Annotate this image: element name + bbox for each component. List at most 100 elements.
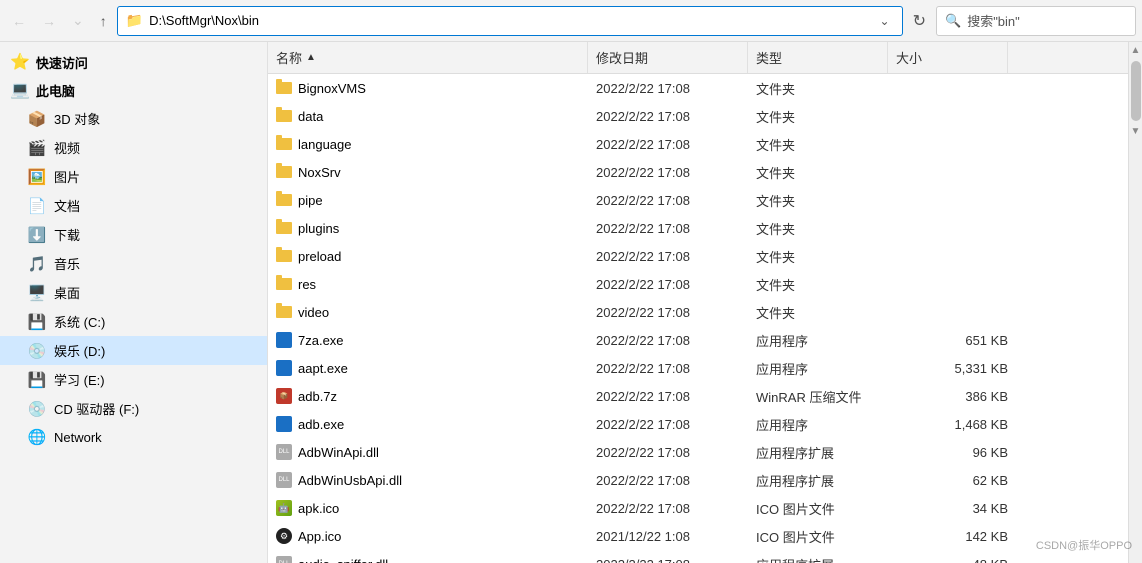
scroll-down-button[interactable]: ▼ [1129, 123, 1142, 140]
address-bar[interactable]: 📁 D:\SoftMgr\Nox\bin ⌄ [117, 6, 903, 36]
col-header-name[interactable]: 名称 ▲ [268, 42, 588, 73]
file-name-cell: res [276, 277, 596, 292]
dll-icon: DLL [276, 444, 292, 460]
file-type-cell: 应用程序扩展 [756, 443, 896, 462]
sidebar-item-drive-e[interactable]: 💾 学习 (E:) [0, 365, 267, 394]
file-name-text: preload [298, 249, 341, 264]
table-row[interactable]: 📦 adb.7z 2022/2/22 17:08 WinRAR 压缩文件 386… [268, 382, 1128, 410]
table-row[interactable]: DLL AdbWinApi.dll 2022/2/22 17:08 应用程序扩展… [268, 438, 1128, 466]
refresh-button[interactable]: ↻ [907, 7, 932, 35]
file-name-cell: NoxSrv [276, 165, 596, 180]
sidebar-item-download[interactable]: ⬇️ 下载 [0, 220, 267, 249]
search-text: 搜索"bin" [967, 11, 1020, 30]
table-row[interactable]: 7za.exe 2022/2/22 17:08 应用程序 651 KB [268, 326, 1128, 354]
file-name-text: AdbWinApi.dll [298, 445, 379, 460]
sidebar-item-video[interactable]: 🎬 视频 [0, 133, 267, 162]
sidebar-item-drive-f[interactable]: 💿 CD 驱动器 (F:) [0, 394, 267, 423]
exe-icon [276, 416, 292, 432]
file-type-cell: 文件夹 [756, 163, 896, 182]
sidebar-item-picture[interactable]: 🖼️ 图片 [0, 162, 267, 191]
sidebar-item-network[interactable]: 🌐 Network [0, 423, 267, 451]
file-date-cell: 2022/2/22 17:08 [596, 221, 756, 236]
file-name-cell: preload [276, 249, 596, 264]
sidebar-item-drive-c[interactable]: 💾 系统 (C:) [0, 307, 267, 336]
sidebar-item-doc[interactable]: 📄 文档 [0, 191, 267, 220]
sidebar-item-music[interactable]: 🎵 音乐 [0, 249, 267, 278]
table-row[interactable]: plugins 2022/2/22 17:08 文件夹 [268, 214, 1128, 242]
sidebar-item-3d[interactable]: 📦 3D 对象 [0, 104, 267, 133]
table-row[interactable]: adb.exe 2022/2/22 17:08 应用程序 1,468 KB [268, 410, 1128, 438]
table-row[interactable]: language 2022/2/22 17:08 文件夹 [268, 130, 1128, 158]
search-bar[interactable]: 🔍 搜索"bin" [936, 6, 1136, 36]
file-list: BignoxVMS 2022/2/22 17:08 文件夹 data 2022/… [268, 74, 1128, 563]
quickaccess-header[interactable]: ⭐ 快速访问 [0, 48, 267, 76]
sidebar-item-drive-d-label: 娱乐 (D:) [54, 341, 105, 360]
sidebar-item-drive-d[interactable]: 💿 娱乐 (D:) [0, 336, 267, 365]
col-header-date[interactable]: 修改日期 [588, 42, 748, 73]
table-row[interactable]: ⚙ App.ico 2021/12/22 1:08 ICO 图片文件 142 K… [268, 522, 1128, 550]
sidebar-item-3d-label: 3D 对象 [54, 109, 100, 128]
toolbar: ← → ⌄ ↑ 📁 D:\SoftMgr\Nox\bin ⌄ ↻ 🔍 搜索"bi… [0, 0, 1142, 42]
file-name-text: apk.ico [298, 501, 339, 516]
file-type-cell: ICO 图片文件 [756, 499, 896, 518]
folder-icon [276, 306, 292, 318]
file-name-text: adb.exe [298, 417, 344, 432]
file-name-cell: DLL audio_sniffer.dll [276, 556, 596, 563]
table-row[interactable]: pipe 2022/2/22 17:08 文件夹 [268, 186, 1128, 214]
table-row[interactable]: NoxSrv 2022/2/22 17:08 文件夹 [268, 158, 1128, 186]
file-name-cell: adb.exe [276, 416, 596, 432]
file-date-cell: 2022/2/22 17:08 [596, 109, 756, 124]
sidebar-item-network-label: Network [54, 430, 102, 445]
drive-f-icon: 💿 [28, 400, 46, 418]
file-size-cell: 142 KB [896, 529, 1016, 544]
file-date-cell: 2022/2/22 17:08 [596, 165, 756, 180]
file-type-cell: ICO 图片文件 [756, 527, 896, 546]
table-row[interactable]: res 2022/2/22 17:08 文件夹 [268, 270, 1128, 298]
file-type-cell: 文件夹 [756, 191, 896, 210]
scroll-thumb[interactable] [1131, 61, 1141, 121]
file-name-text: BignoxVMS [298, 81, 366, 96]
pc-label: 此电脑 [36, 81, 75, 100]
table-row[interactable]: aapt.exe 2022/2/22 17:08 应用程序 5,331 KB [268, 354, 1128, 382]
table-row[interactable]: BignoxVMS 2022/2/22 17:08 文件夹 [268, 74, 1128, 102]
file-type-cell: WinRAR 压缩文件 [756, 387, 896, 406]
sidebar-item-drive-e-label: 学习 (E:) [54, 370, 105, 389]
file-date-cell: 2022/2/22 17:08 [596, 333, 756, 348]
folder-icon [276, 250, 292, 262]
col-header-type[interactable]: 类型 [748, 42, 888, 73]
file-size-cell: 48 KB [896, 557, 1016, 563]
file-type-cell: 应用程序扩展 [756, 471, 896, 490]
back-button[interactable]: ← [6, 9, 32, 33]
table-row[interactable]: data 2022/2/22 17:08 文件夹 [268, 102, 1128, 130]
file-name-text: audio_sniffer.dll [298, 557, 388, 563]
address-dropdown-button[interactable]: ⌄ [876, 12, 894, 30]
right-scrollbar[interactable]: ▲ ▼ [1128, 42, 1142, 563]
file-size-cell: 1,468 KB [896, 417, 1016, 432]
up-button[interactable]: ↑ [94, 9, 113, 33]
file-name-text: data [298, 109, 323, 124]
folder-icon [276, 110, 292, 122]
pc-header[interactable]: 💻 此电脑 [0, 76, 267, 104]
forward-button[interactable]: → [36, 9, 62, 33]
dll-icon: DLL [276, 556, 292, 563]
music-icon: 🎵 [28, 255, 46, 273]
folder-icon [276, 278, 292, 290]
address-text: D:\SoftMgr\Nox\bin [149, 13, 869, 28]
file-name-cell: 📦 adb.7z [276, 388, 596, 404]
table-row[interactable]: DLL AdbWinUsbApi.dll 2022/2/22 17:08 应用程… [268, 466, 1128, 494]
table-row[interactable]: DLL audio_sniffer.dll 2022/2/22 17:08 应用… [268, 550, 1128, 563]
sidebar-item-desktop[interactable]: 🖥️ 桌面 [0, 278, 267, 307]
scroll-up-button[interactable]: ▲ [1129, 42, 1142, 59]
file-name-cell: BignoxVMS [276, 81, 596, 96]
sort-arrow-icon: ▲ [306, 52, 316, 63]
recent-button[interactable]: ⌄ [66, 8, 90, 33]
table-row[interactable]: preload 2022/2/22 17:08 文件夹 [268, 242, 1128, 270]
file-date-cell: 2022/2/22 17:08 [596, 501, 756, 516]
table-row[interactable]: video 2022/2/22 17:08 文件夹 [268, 298, 1128, 326]
sidebar-item-drive-f-label: CD 驱动器 (F:) [54, 399, 139, 418]
col-header-size[interactable]: 大小 [888, 42, 1008, 73]
file-date-cell: 2022/2/22 17:08 [596, 445, 756, 460]
file-size-cell: 5,331 KB [896, 361, 1016, 376]
desktop-icon: 🖥️ [28, 284, 46, 302]
table-row[interactable]: 🤖 apk.ico 2022/2/22 17:08 ICO 图片文件 34 KB [268, 494, 1128, 522]
